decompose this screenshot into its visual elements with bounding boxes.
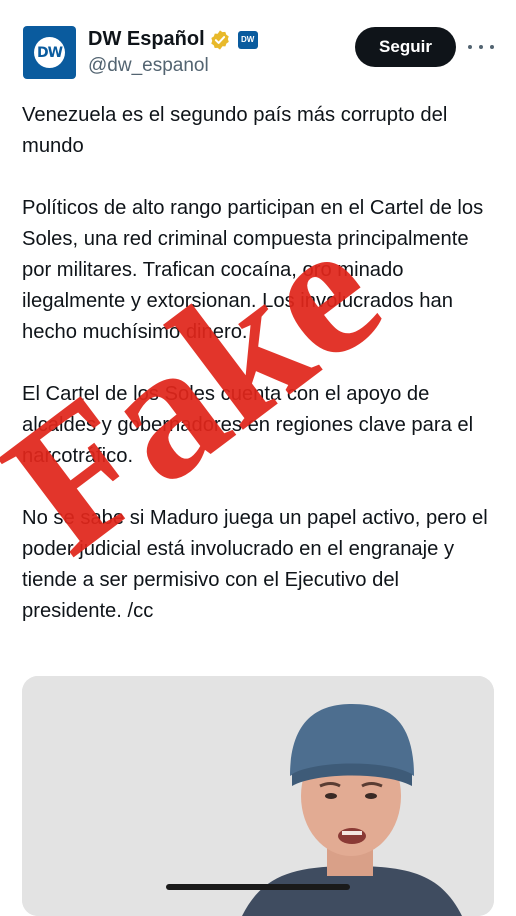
tweet-paragraph: Políticos de alto rango participan en el… [22, 197, 484, 343]
follow-button[interactable]: Seguir [355, 27, 456, 67]
video-thumbnail[interactable] [22, 676, 494, 916]
affiliate-badge-icon: DW [237, 30, 258, 49]
tweet-header: DW DW Español DW @dw_espanol Seguir [0, 0, 516, 90]
tweet-text: Venezuela es el segundo país más corrupt… [22, 100, 500, 658]
person-illustration [22, 676, 494, 916]
handle[interactable]: @dw_espanol [88, 55, 209, 77]
home-indicator[interactable] [166, 884, 350, 890]
tweet-paragraph: El Cartel de los Soles cuenta con el apo… [22, 383, 474, 467]
tweet-paragraph: Venezuela es el segundo país más corrupt… [22, 104, 448, 157]
tweet-paragraph: No se sabe si Maduro juega un papel acti… [22, 507, 488, 622]
verified-badge-icon [210, 29, 229, 50]
name-row: DW Español DW [88, 28, 258, 51]
dw-logo-icon: DW [34, 37, 65, 68]
avatar[interactable]: DW [23, 26, 76, 79]
display-name[interactable]: DW Español [88, 28, 205, 51]
more-options-icon[interactable] [468, 36, 494, 58]
